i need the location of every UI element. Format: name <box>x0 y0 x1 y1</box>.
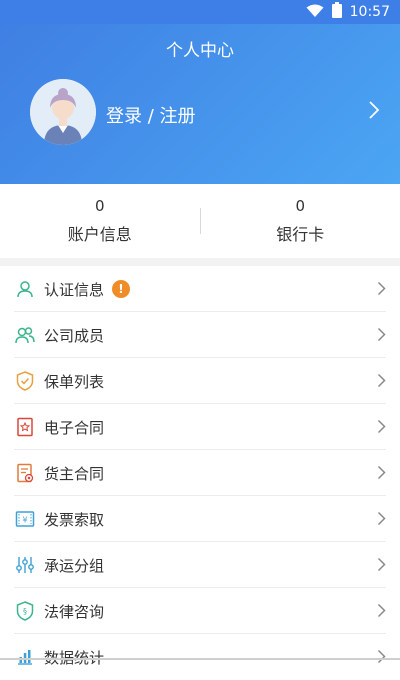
menu-item-certification[interactable]: 认证信息 ! <box>0 266 400 312</box>
alert-badge: ! <box>112 280 130 298</box>
menu-item-label: 公司成员 <box>44 325 104 346</box>
stats-bar: 0 账户信息 0 银行卡 <box>0 184 400 258</box>
menu-item-e-contract[interactable]: 电子合同 <box>0 404 400 450</box>
stat-value: 0 <box>295 197 305 215</box>
menu-item-label: 电子合同 <box>44 417 104 438</box>
menu-item-label: 发票索取 <box>44 509 104 530</box>
chevron-right-icon <box>377 465 386 484</box>
stats-icon <box>14 646 36 668</box>
avatar[interactable] <box>30 79 96 145</box>
menu-item-label: 数据统计 <box>44 647 104 668</box>
chevron-right-icon[interactable] <box>368 100 380 124</box>
user-icon <box>14 278 36 300</box>
menu-item-legal-consultation[interactable]: § 法律咨询 <box>0 588 400 634</box>
chevron-right-icon <box>377 511 386 530</box>
stat-account-info[interactable]: 0 账户信息 <box>0 184 200 258</box>
chevron-right-icon <box>377 281 386 300</box>
shipper-contract-icon <box>14 462 36 484</box>
status-bar: 10:57 <box>0 0 400 24</box>
menu-item-data-statistics[interactable]: 数据统计 <box>0 634 400 680</box>
menu-list: 认证信息 ! 公司成员 保单列表 电子合同 货主合同 ¥ 发票索取 <box>0 266 400 680</box>
chevron-right-icon <box>377 557 386 576</box>
menu-item-label: 保单列表 <box>44 371 104 392</box>
stat-label: 银行卡 <box>276 221 324 245</box>
shield-check-icon <box>14 370 36 392</box>
page-title: 个人中心 <box>0 36 400 61</box>
profile-header: 个人中心 登录 / 注册 <box>0 24 400 184</box>
sliders-icon <box>14 554 36 576</box>
invoice-icon: ¥ <box>14 508 36 530</box>
stat-bank-card[interactable]: 0 银行卡 <box>201 184 400 258</box>
users-icon <box>14 324 36 346</box>
battery-icon <box>332 2 342 22</box>
menu-item-carrier-groups[interactable]: 承运分组 <box>0 542 400 588</box>
contract-icon <box>14 416 36 438</box>
status-time: 10:57 <box>350 4 390 20</box>
menu-item-policy-list[interactable]: 保单列表 <box>0 358 400 404</box>
law-shield-icon: § <box>14 600 36 622</box>
menu-item-shipper-contract[interactable]: 货主合同 <box>0 450 400 496</box>
chevron-right-icon <box>377 327 386 346</box>
menu-item-label: 认证信息 <box>44 279 104 300</box>
login-register-link[interactable]: 登录 / 注册 <box>106 102 196 128</box>
wifi-icon <box>306 3 324 22</box>
menu-item-company-members[interactable]: 公司成员 <box>0 312 400 358</box>
svg-text:§: § <box>23 607 27 616</box>
menu-item-label: 法律咨询 <box>44 601 104 622</box>
avatar-icon <box>30 79 96 145</box>
menu-item-label: 货主合同 <box>44 463 104 484</box>
stat-value: 0 <box>95 197 105 215</box>
stat-label: 账户信息 <box>68 221 132 245</box>
svg-text:¥: ¥ <box>22 516 27 525</box>
chevron-right-icon <box>377 603 386 622</box>
menu-item-invoice-request[interactable]: ¥ 发票索取 <box>0 496 400 542</box>
chevron-right-icon <box>377 373 386 392</box>
chevron-right-icon <box>377 419 386 438</box>
menu-item-label: 承运分组 <box>44 555 104 576</box>
